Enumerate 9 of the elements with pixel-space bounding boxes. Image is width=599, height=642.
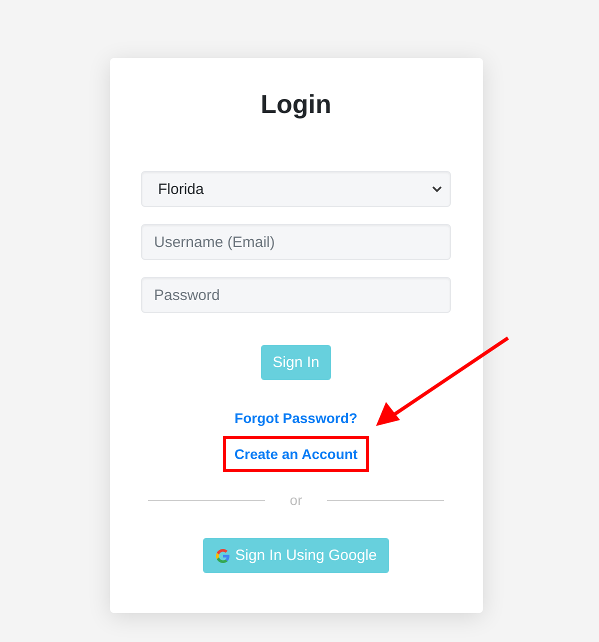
- password-field[interactable]: Password: [141, 277, 451, 313]
- username-field[interactable]: Username (Email): [141, 224, 451, 260]
- link[interactable]: Create an Account: [223, 436, 369, 472]
- login-title: Login: [260, 88, 332, 121]
- chevron-down-icon: [432, 186, 442, 192]
- state-select[interactable]: Florida: [141, 171, 451, 207]
- link[interactable]: Forgot Password?: [224, 406, 368, 430]
- google-icon: [216, 548, 230, 562]
- or-divider-text: or: [288, 492, 304, 508]
